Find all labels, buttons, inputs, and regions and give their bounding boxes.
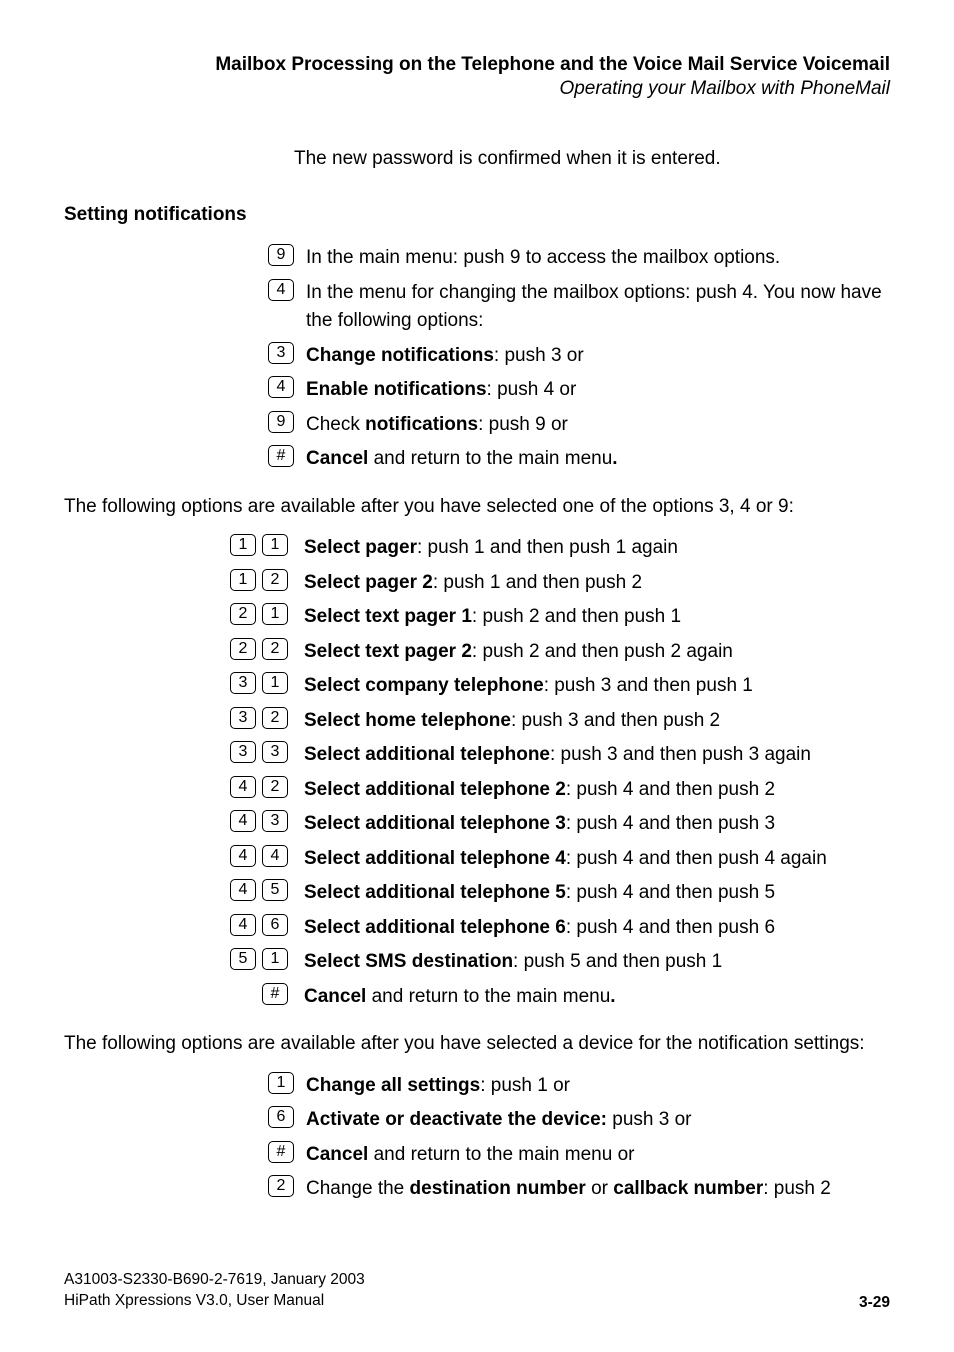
key-icon: # — [262, 983, 288, 1005]
instruction-row: 22 Select text pager 2: push 2 and then p… — [214, 638, 890, 667]
instruction-row: 3 Change notifications: push 3 or — [252, 342, 890, 371]
key-icon: 1 — [230, 534, 256, 556]
instruction-row: 9 Check notifications: push 9 or — [252, 411, 890, 440]
instruction-row: 9 In the main menu: push 9 to access the… — [252, 244, 890, 273]
instruction-text: Select home telephone: push 3 and then p… — [298, 707, 890, 736]
instruction-row: 51 Select SMS destination: push 5 and the… — [214, 948, 890, 977]
paragraph: The following options are available afte… — [64, 1031, 890, 1058]
key-icon: 2 — [262, 569, 288, 591]
instruction-row: 31 Select company telephone: push 3 and t… — [214, 672, 890, 701]
instruction-text: Cancel and return to the main menu. — [300, 445, 890, 474]
instruction-text: Select additional telephone 3: push 4 an… — [298, 810, 890, 839]
key-icon: 3 — [262, 810, 288, 832]
key-icon: 3 — [268, 342, 294, 364]
instruction-text: Select additional telephone 4: push 4 an… — [298, 845, 890, 874]
instruction-row: # Cancel and return to the main menu or — [252, 1141, 890, 1170]
key-icon: 1 — [268, 1072, 294, 1094]
key-icon: 4 — [262, 845, 288, 867]
key-icon: 1 — [230, 569, 256, 591]
instruction-row: # Cancel and return to the main menu. — [214, 983, 890, 1012]
instruction-row: 4 In the menu for changing the mailbox o… — [252, 279, 890, 336]
document-page: Mailbox Processing on the Telephone and … — [0, 0, 954, 1352]
key-icon: 1 — [262, 534, 288, 556]
page-footer: A31003-S2330-B690-2-7619, January 2003 H… — [64, 1269, 890, 1312]
instruction-row: 43 Select additional telephone 3: push 4 … — [214, 810, 890, 839]
key-icon: 2 — [262, 638, 288, 660]
key-icon: 1 — [262, 948, 288, 970]
key-icon: 2 — [230, 603, 256, 625]
key-icon: 1 — [262, 603, 288, 625]
key-icon: 4 — [268, 279, 294, 301]
header-subtitle: Operating your Mailbox with PhoneMail — [64, 78, 890, 100]
instruction-row: 46 Select additional telephone 6: push 4 … — [214, 914, 890, 943]
key-icon: 4 — [230, 776, 256, 798]
instruction-text: Select additional telephone 2: push 4 an… — [298, 776, 890, 805]
key-icon: 6 — [268, 1106, 294, 1128]
instruction-text: Select additional telephone: push 3 and … — [298, 741, 890, 770]
key-icon: 2 — [268, 1175, 294, 1197]
instruction-row: 42 Select additional telephone 2: push 4 … — [214, 776, 890, 805]
footer-page-number: 3-29 — [859, 1294, 890, 1312]
instruction-text: Change notifications: push 3 or — [300, 342, 890, 371]
instruction-text: Change all settings: push 1 or — [300, 1072, 890, 1101]
intro-text: The new password is confirmed when it is… — [294, 148, 890, 170]
key-icon: 3 — [230, 672, 256, 694]
footer-manual: HiPath Xpressions V3.0, User Manual — [64, 1290, 365, 1312]
instruction-text: Enable notifications: push 4 or — [300, 376, 890, 405]
instruction-text: Select company telephone: push 3 and the… — [298, 672, 890, 701]
instruction-row: 4 Enable notifications: push 4 or — [252, 376, 890, 405]
key-icon: 4 — [230, 879, 256, 901]
instruction-row: 2 Change the destination number or callb… — [252, 1175, 890, 1204]
instruction-row: 1 Change all settings: push 1 or — [252, 1072, 890, 1101]
instruction-text: Select pager: push 1 and then push 1 aga… — [298, 534, 890, 563]
key-icon: 3 — [262, 741, 288, 763]
instruction-row: 45 Select additional telephone 5: push 4 … — [214, 879, 890, 908]
instruction-text: Select text pager 2: push 2 and then pus… — [298, 638, 890, 667]
instruction-text: Select additional telephone 5: push 4 an… — [298, 879, 890, 908]
key-icon: 3 — [230, 707, 256, 729]
instruction-text: Cancel and return to the main menu. — [298, 983, 890, 1012]
key-icon: # — [268, 445, 294, 467]
key-icon: 4 — [230, 810, 256, 832]
instruction-row: 12 Select pager 2: push 1 and then push 2 — [214, 569, 890, 598]
instruction-row: # Cancel and return to the main menu. — [252, 445, 890, 474]
instruction-row: 11 Select pager: push 1 and then push 1 a… — [214, 534, 890, 563]
key-icon: # — [268, 1141, 294, 1163]
footer-left: A31003-S2330-B690-2-7619, January 2003 H… — [64, 1269, 365, 1312]
key-icon: 9 — [268, 244, 294, 266]
instruction-row: 33 Select additional telephone: push 3 an… — [214, 741, 890, 770]
key-icon: 9 — [268, 411, 294, 433]
key-icon: 4 — [268, 376, 294, 398]
instruction-text: Select additional telephone 6: push 4 an… — [298, 914, 890, 943]
two-key-list: 11Select pager: push 1 and then push 1 a… — [64, 534, 890, 1017]
key-icon: 2 — [230, 638, 256, 660]
instruction-row: 32 Select home telephone: push 3 and then… — [214, 707, 890, 736]
instruction-text: Change the destination number or callbac… — [300, 1175, 890, 1204]
instruction-row: 44 Select additional telephone 4: push 4 … — [214, 845, 890, 874]
key-icon: 4 — [230, 845, 256, 867]
page-header: Mailbox Processing on the Telephone and … — [64, 54, 890, 100]
instruction-text: In the main menu: push 9 to access the m… — [300, 244, 890, 273]
section-title-notifications: Setting notifications — [64, 204, 890, 226]
instruction-row: 21 Select text pager 1: push 2 and then p… — [214, 603, 890, 632]
paragraph: The following options are available afte… — [64, 494, 890, 521]
key-icon: 3 — [230, 741, 256, 763]
header-title: Mailbox Processing on the Telephone and … — [64, 54, 890, 76]
instruction-text: Activate or deactivate the device: push … — [300, 1106, 890, 1135]
key-icon: 5 — [262, 879, 288, 901]
key-icon: 2 — [262, 707, 288, 729]
key-icon: 5 — [230, 948, 256, 970]
footer-docid: A31003-S2330-B690-2-7619, January 2003 — [64, 1269, 365, 1291]
instruction-text: Cancel and return to the main menu or — [300, 1141, 890, 1170]
instruction-text: In the menu for changing the mailbox opt… — [300, 279, 890, 336]
key-icon: 4 — [230, 914, 256, 936]
instruction-text: Check notifications: push 9 or — [300, 411, 890, 440]
instruction-text: Select pager 2: push 1 and then push 2 — [298, 569, 890, 598]
instruction-row: 6 Activate or deactivate the device: pus… — [252, 1106, 890, 1135]
instruction-text: Select SMS destination: push 5 and then … — [298, 948, 890, 977]
key-icon: 1 — [262, 672, 288, 694]
key-icon: 6 — [262, 914, 288, 936]
instruction-text: Select text pager 1: push 2 and then pus… — [298, 603, 890, 632]
key-icon: 2 — [262, 776, 288, 798]
